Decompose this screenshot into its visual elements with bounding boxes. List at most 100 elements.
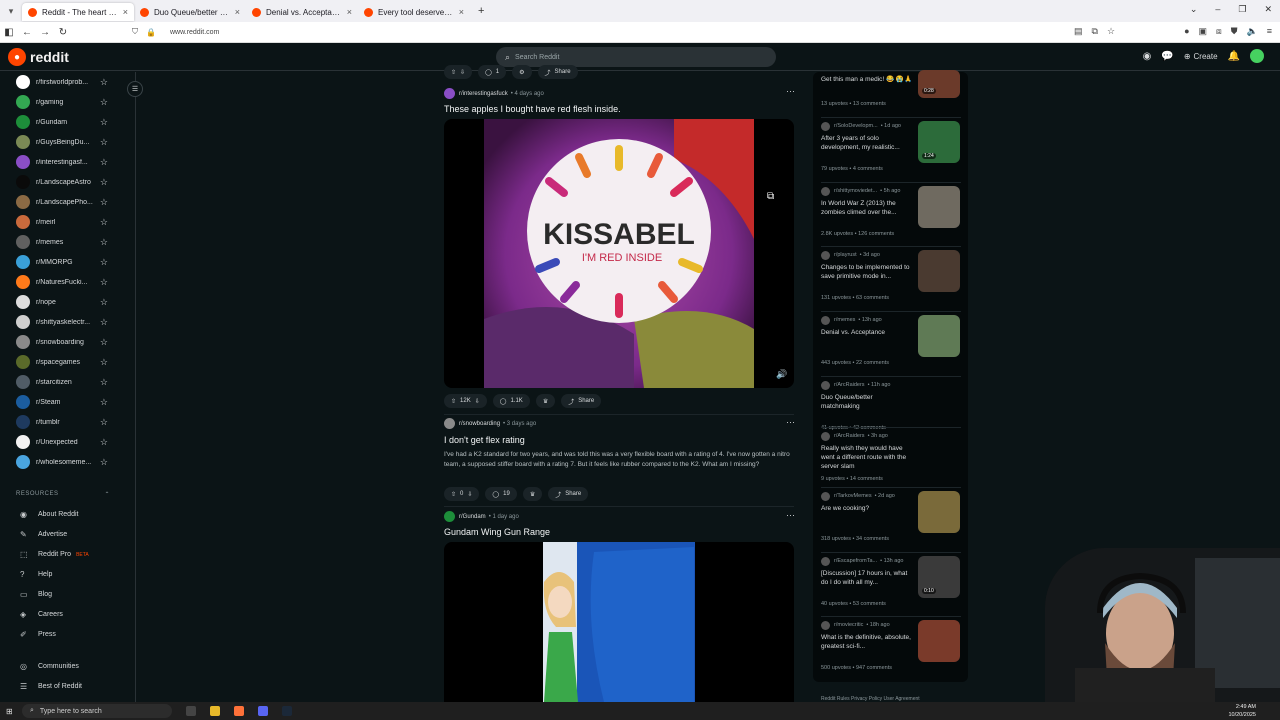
downvote-icon[interactable]: ⇩ (467, 491, 472, 498)
share-button[interactable]: ⤴ Share (561, 394, 602, 408)
downvote-icon[interactable]: ⇩ (460, 69, 465, 76)
task-view-icon[interactable] (186, 706, 196, 716)
shield-icon[interactable]: ⛉ (132, 27, 138, 37)
upvote-icon[interactable]: ⇧ (451, 398, 456, 405)
volume-icon[interactable]: 🔊 (776, 369, 787, 380)
browser-tab-denial[interactable]: Denial vs. Acceptance : r/meme × (246, 3, 358, 21)
sidebar-community-item[interactable]: r/interestingasf... ☆ (16, 154, 108, 170)
recent-post-thumbnail[interactable] (918, 620, 960, 662)
url-field[interactable]: www.reddit.com (170, 29, 219, 36)
audio-icon[interactable]: 🔈 (1247, 26, 1258, 37)
browser-tab-duo-queue[interactable]: Duo Queue/better matchmakin × (134, 3, 246, 21)
chat-icon[interactable]: 💬 (1161, 51, 1173, 62)
resource-link[interactable]: ✐ Press (20, 630, 56, 639)
resource-link[interactable]: ☰ Best of Reddit (20, 682, 82, 691)
recent-post-title[interactable]: Really wish they would have went a diffe… (821, 444, 913, 471)
favorite-star-icon[interactable]: ☆ (100, 117, 108, 128)
recent-post-thumbnail[interactable]: 1:24 (918, 121, 960, 163)
favorite-star-icon[interactable]: ☆ (100, 397, 108, 408)
favorite-star-icon[interactable]: ☆ (100, 217, 108, 228)
award-button[interactable]: ⚙ (512, 65, 532, 79)
recent-post-title[interactable]: After 3 years of solo development, my re… (821, 134, 913, 152)
sidebar-community-item[interactable]: r/LandscapeAstro ☆ (16, 174, 108, 190)
pip-video-icon[interactable]: ⧉ (767, 191, 774, 202)
favorite-star-icon[interactable]: ☆ (100, 257, 108, 268)
post-image[interactable] (444, 542, 794, 702)
favorite-star-icon[interactable]: ☆ (100, 137, 108, 148)
comments-button[interactable]: ◯ 1.1K (492, 394, 530, 408)
sidebar-community-item[interactable]: r/GuysBeingDu... ☆ (16, 134, 108, 150)
award-button[interactable]: ♛ (535, 394, 556, 408)
recent-post-title[interactable]: What is the definitive, absolute, greate… (821, 633, 913, 651)
recent-post-thumbnail[interactable] (918, 315, 960, 357)
favorite-star-icon[interactable]: ☆ (100, 317, 108, 328)
search-input[interactable]: ⌕ Search Reddit (496, 47, 776, 67)
recent-post-item[interactable]: r/SoloDevelopm... • 1d ago After 3 years o… (821, 121, 961, 179)
sidebar-community-item[interactable]: r/tumblr ☆ (16, 414, 108, 430)
lock-icon[interactable]: 🔒 (146, 28, 156, 37)
comments-button[interactable]: ◯ 19 (485, 487, 517, 501)
user-avatar[interactable] (1250, 49, 1264, 63)
resources-header[interactable]: RESOURCES ⌃ (16, 491, 110, 498)
sidebar-community-item[interactable]: r/memes ☆ (16, 234, 108, 250)
post-video[interactable]: KISSABEL I'M RED INSIDE ⧉ 🔊 (444, 119, 794, 388)
resource-link[interactable]: ◈ Careers (20, 610, 63, 619)
subreddit-icon[interactable] (444, 88, 455, 99)
tab-overflow-icon[interactable]: ⌄ (1190, 4, 1198, 15)
favorite-star-icon[interactable]: ☆ (100, 177, 108, 188)
collapse-sidebar-icon[interactable]: ☰ (127, 81, 143, 97)
favorite-star-icon[interactable]: ☆ (100, 237, 108, 248)
favorite-star-icon[interactable]: ☆ (100, 417, 108, 428)
recent-post-thumbnail[interactable]: 0:10 (918, 556, 960, 598)
resource-link[interactable]: ✎ Advertise (20, 530, 67, 539)
recent-post-title[interactable]: In World War Z (2013) the zombies climed… (821, 199, 913, 217)
resource-link[interactable]: ⬚ Reddit Pro BETA (20, 550, 89, 559)
recent-post-item[interactable]: r/memes • 13h ago Denial vs. Acceptance 443… (821, 315, 961, 373)
extensions-icon[interactable]: ⧈ (1216, 26, 1222, 37)
downvote-icon[interactable]: ⇩ (475, 398, 480, 405)
favorite-star-icon[interactable]: ☆ (100, 437, 108, 448)
sidebar-community-item[interactable]: r/Gundam ☆ (16, 114, 108, 130)
new-tab-icon[interactable]: + (478, 5, 484, 17)
close-tab-icon[interactable]: × (235, 7, 240, 17)
tab-list-icon[interactable]: ▾ (0, 6, 22, 17)
sidebar-toggle-icon[interactable]: ◧ (0, 27, 18, 38)
extension-icon[interactable]: ▣ (1199, 26, 1208, 37)
sidebar-community-item[interactable]: r/Unexpected ☆ (16, 434, 108, 450)
favorite-star-icon[interactable]: ☆ (100, 377, 108, 388)
resource-link[interactable]: ? Help (20, 570, 52, 579)
recent-post-title[interactable]: Get this man a medic! 😂 😭🙏 (821, 75, 913, 84)
recent-post-item[interactable]: r/TarkovMemes • 2d ago Are we cooking? 318 … (821, 491, 961, 549)
pip-icon[interactable]: ⧉ (1092, 26, 1098, 37)
firefox-icon[interactable] (234, 706, 244, 716)
sidebar-community-item[interactable]: r/firstworldprob... ☆ (16, 74, 108, 90)
resource-link[interactable]: ▭ Blog (20, 590, 52, 599)
close-tab-icon[interactable]: × (347, 7, 352, 17)
comments-button[interactable]: ◯ 1 (478, 65, 507, 79)
file-explorer-icon[interactable] (210, 706, 220, 716)
ublock-icon[interactable]: ⛊ (1231, 26, 1238, 37)
steam-icon[interactable] (282, 706, 292, 716)
discord-icon[interactable] (258, 706, 268, 716)
sidebar-community-item[interactable]: r/NaturesFucki... ☆ (16, 274, 108, 290)
create-button[interactable]: ⊕ Create (1184, 52, 1218, 61)
menu-icon[interactable]: ≡ (1267, 26, 1272, 37)
sidebar-community-item[interactable]: r/wholesomeme... ☆ (16, 454, 108, 470)
recent-post-item[interactable]: r/playrust • 3d ago Changes to be implemen… (821, 250, 961, 308)
favorite-star-icon[interactable]: ☆ (100, 297, 108, 308)
favorite-star-icon[interactable]: ☆ (100, 357, 108, 368)
vote-pill[interactable]: ⇧ ⇩ (444, 65, 473, 79)
windows-start-icon[interactable]: ⊞ (6, 707, 13, 716)
favorite-star-icon[interactable]: ☆ (100, 337, 108, 348)
post-title[interactable]: These apples I bought have red flesh ins… (444, 104, 621, 114)
subreddit-link[interactable]: r/interestingasfuck (459, 91, 508, 97)
post-options-icon[interactable]: ··· (786, 86, 795, 96)
sidebar-community-item[interactable]: r/spacegames ☆ (16, 354, 108, 370)
subreddit-icon[interactable] (444, 511, 455, 522)
sidebar-community-item[interactable]: r/nope ☆ (16, 294, 108, 310)
notifications-bell-icon[interactable]: 🔔 (1228, 51, 1240, 62)
share-button[interactable]: ⤴ Share (548, 487, 589, 501)
reddit-logo[interactable]: ● reddit (8, 48, 69, 66)
subreddit-icon[interactable] (444, 418, 455, 429)
resource-link[interactable]: ◎ Communities (20, 662, 79, 671)
